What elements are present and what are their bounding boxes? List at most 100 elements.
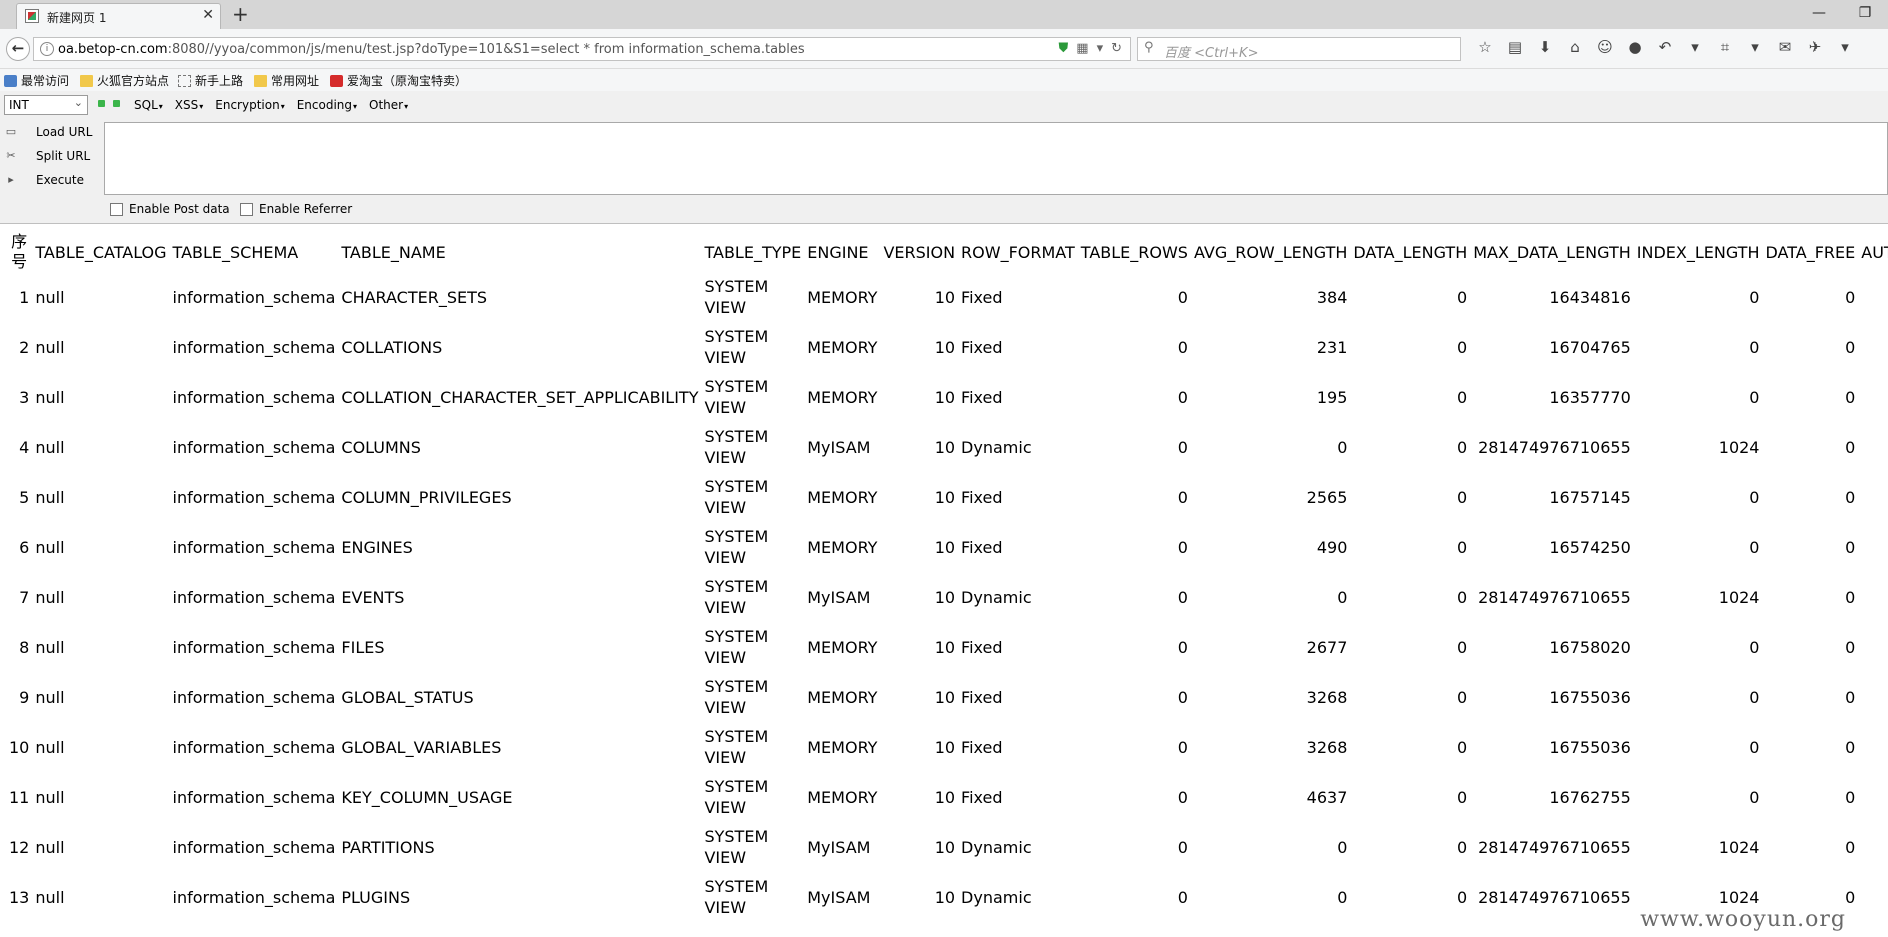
table-cell: MEMORY [807,487,878,507]
table-cell: 10 [934,487,956,507]
most-visited-icon [4,74,17,87]
tab-bar: 新建网页 1 ✕ + — ❐ [0,0,1888,29]
undo-icon[interactable]: ↶ [1650,38,1680,56]
toggle-dot-icon[interactable] [98,100,105,107]
table-cell: 0 [1457,487,1468,507]
qr-code-icon[interactable]: ▦ [1076,41,1088,56]
extension-icon[interactable]: ✈ [1800,38,1830,56]
url-textarea[interactable] [104,122,1888,195]
table-cell: 0 [1845,437,1856,457]
window-controls: — ❐ [1796,0,1888,29]
column-header: INDEX_LENGTH [1636,242,1760,262]
url-text[interactable]: oa.betop-cn.com:8080//yyoa/common/js/men… [58,42,805,57]
download-icon[interactable]: ⬇ [1530,38,1560,56]
table-cell [1858,722,1888,772]
table-cell: MyISAM [807,887,871,907]
table-cell: SYSTEM VIEW [704,427,769,467]
table-cell: Dynamic [961,887,1032,907]
crop-icon[interactable]: ⌗ [1710,38,1740,56]
bookmark-common-sites[interactable]: 常用网址 [254,72,319,89]
load-url-button[interactable]: ▭ Load URL [4,125,93,139]
taobao-icon [330,74,343,87]
table-cell [1858,472,1888,522]
chat-icon[interactable]: ✉ [1770,38,1800,56]
table-cell: ENGINES [341,537,413,557]
table-cell: 10 [934,837,956,857]
table-cell: 0 [1457,337,1468,357]
type-select[interactable]: INT ⌄ [4,95,88,115]
column-header: DATA_FREE [1765,242,1856,262]
table-cell: null [35,687,65,707]
bookmark-star-icon[interactable]: ☆ [1470,38,1500,56]
split-url-label: Split URL [36,149,91,163]
enable-referrer-checkbox[interactable]: Enable Referrer [240,202,352,216]
load-url-label: Load URL [36,125,93,139]
crop-dropdown-icon[interactable]: ▾ [1740,38,1770,56]
undo-dropdown-icon[interactable]: ▾ [1680,38,1710,56]
menu-encryption[interactable]: Encryption [215,98,284,112]
table-cell: 5 [19,487,30,507]
split-url-button[interactable]: ✂ Split URL [4,149,90,163]
table-cell: 2677 [1306,637,1348,657]
table-cell: 1024 [1718,837,1760,857]
new-tab-button[interactable]: + [232,2,249,26]
reload-icon[interactable]: ↻ [1111,41,1122,56]
menu-xss[interactable]: XSS [175,98,203,112]
table-cell: information_schema [172,337,336,357]
table-row: 10 null information_schema GLOBAL_VARIABLES… [6,722,1888,772]
home-icon[interactable]: ⌂ [1560,38,1590,56]
search-icon: ⚲ [1144,40,1154,55]
menu-encoding[interactable]: Encoding [297,98,357,112]
reading-list-icon[interactable]: ▤ [1500,38,1530,56]
table-cell: COLLATIONS [341,337,443,357]
column-header: 序号 [11,232,28,271]
close-tab-icon[interactable]: ✕ [202,7,214,23]
dropdown-arrow-icon[interactable]: ▾ [1097,41,1104,56]
column-header: ENGINE [807,242,869,262]
table-cell [1858,772,1888,822]
site-info-icon[interactable]: i [40,42,54,56]
enable-post-checkbox[interactable]: Enable Post data [110,202,230,216]
shield-icon[interactable]: ⛊ [1059,41,1069,56]
menu-dropdown-icon[interactable]: ▾ [1830,38,1860,56]
table-cell: 281474976710655 [1478,587,1631,607]
emoji-icon[interactable]: ☺ [1590,38,1620,56]
table-cell: 0 [1457,737,1468,757]
results-table: 序号 TABLE_CATALOG TABLE_SCHEMA TABLE_NAME TAB… [6,232,1888,922]
table-cell: 0 [1177,437,1188,457]
folder-icon [254,74,267,87]
query-results: 序号 TABLE_CATALOG TABLE_SCHEMA TABLE_NAME TAB… [0,224,1888,937]
restore-button[interactable]: ❐ [1842,0,1888,29]
bookmark-most-visited[interactable]: 最常访问 [4,72,69,89]
table-cell: 0 [1457,787,1468,807]
toggle-dot-icon[interactable] [113,100,120,107]
bookmark-getting-started[interactable]: 新手上路 [178,72,243,89]
table-cell: 0 [1749,737,1760,757]
back-button[interactable]: ← [6,37,30,61]
menu-other[interactable]: Other [369,98,408,112]
browser-tab[interactable]: 新建网页 1 ✕ [16,3,221,29]
execute-button[interactable]: ▸ Execute [4,173,84,187]
table-cell: null [35,787,65,807]
table-cell: EVENTS [341,587,405,607]
table-cell: information_schema [172,887,336,907]
minimize-button[interactable]: — [1796,0,1842,29]
search-bar[interactable]: ⚲ 百度 <Ctrl+K> [1137,37,1461,61]
url-bar[interactable]: i oa.betop-cn.com:8080//yyoa/common/js/m… [33,37,1131,61]
hackbar-toggle-dots [98,100,120,107]
table-cell: 0 [1845,337,1856,357]
table-cell: Fixed [961,337,1003,357]
addon-shield-icon[interactable]: ● [1620,38,1650,56]
table-cell: information_schema [172,737,336,757]
table-cell: 11 [9,787,30,807]
toolbar-icons: ☆ ▤ ⬇ ⌂ ☺ ● ↶ ▾ ⌗ ▾ ✉ ✈ ▾ [1470,38,1860,56]
table-cell [1858,572,1888,622]
column-header: TABLE_CATALOG [35,242,167,262]
table-cell: null [35,587,65,607]
table-cell [1858,872,1888,922]
table-cell: SYSTEM VIEW [704,327,769,367]
table-cell: null [35,337,65,357]
bookmark-ai-taobao[interactable]: 爱淘宝（原淘宝特卖） [330,72,467,89]
menu-sql[interactable]: SQL [134,98,163,112]
bookmark-firefox-official[interactable]: 火狐官方站点 [80,72,169,89]
